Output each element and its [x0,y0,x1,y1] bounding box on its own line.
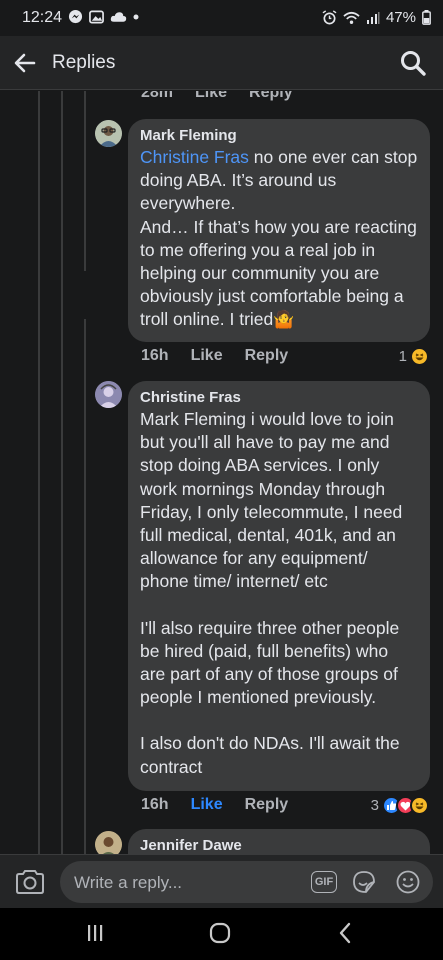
thread-line [84,319,86,854]
reaction-count: 1 [398,348,407,365]
search-icon[interactable] [399,49,427,77]
dot-icon [133,14,139,19]
battery-percent: 47% [385,9,416,26]
comment-bubble[interactable]: Jennifer Dawe [128,829,430,854]
avatar[interactable] [95,120,122,147]
reaction-summary[interactable]: 1 [399,347,429,366]
mention-link[interactable]: Christine Fras [140,147,249,167]
comment-author[interactable]: Christine Fras [140,389,418,406]
like-button[interactable]: Like [195,91,227,102]
status-bar: 12:24 47% [0,0,443,36]
reply-button[interactable]: Reply [249,91,293,102]
back-nav-icon[interactable] [330,920,360,946]
status-time: 12:24 [22,9,63,26]
like-button[interactable]: Like [191,347,223,365]
replies-thread: 28m Like Reply Mark Fleming Christine Fr… [0,91,443,854]
reaction-count: 3 [370,797,379,814]
reply-button[interactable]: Reply [245,796,289,814]
signal-icon [366,11,380,24]
comment-bubble[interactable]: Christine Fras Mark Fleming i would love… [128,381,430,791]
comment-author[interactable]: Jennifer Dawe [140,837,418,854]
comment-text: Mark Fleming i would love to join but yo… [140,409,403,777]
wifi-icon [343,11,360,24]
shrug-emoji: 🤷 [273,310,295,330]
app-header: Replies [0,36,443,90]
thread-line [84,91,86,271]
cloud-icon [110,11,127,22]
reply-input[interactable]: Write a reply... GIF [60,861,433,903]
emoji-icon[interactable] [395,869,421,895]
reply-placeholder: Write a reply... [74,873,183,892]
thread-line [38,91,40,854]
comment-bubble[interactable]: Mark Fleming Christine Fras no one ever … [128,119,430,342]
haha-reaction-icon [410,347,429,366]
like-button[interactable]: Like [191,796,223,814]
recent-apps-icon[interactable] [80,920,110,946]
comment-time: 16h [141,796,169,813]
sticker-icon[interactable] [351,869,377,895]
comment-actions: 16h Like Reply [141,347,310,365]
reaction-summary[interactable]: 3 [371,796,429,815]
messenger-icon [68,9,83,24]
comment-time: 28m [141,91,174,101]
battery-icon [422,10,431,25]
comment-author[interactable]: Mark Fleming [140,127,418,144]
avatar[interactable] [95,831,122,854]
reply-button[interactable]: Reply [245,347,289,365]
back-arrow-icon[interactable] [12,50,38,76]
gif-button[interactable]: GIF [311,871,337,893]
avatar[interactable] [95,381,122,408]
thread-line [61,91,63,854]
previous-comment-actions: 28m Like Reply [141,91,315,102]
comment-text: Christine Fras no one ever can stop doin… [140,147,418,330]
page-title: Replies [52,52,116,73]
home-icon[interactable] [205,920,235,946]
gallery-icon [89,10,104,23]
haha-reaction-icon [410,796,429,815]
comment-actions: 16h Like Reply [141,796,310,814]
alarm-icon [322,10,337,25]
system-nav-bar [0,908,443,960]
camera-icon[interactable] [14,868,46,896]
comment-time: 16h [141,347,169,364]
reply-composer: Write a reply... GIF [0,854,443,908]
